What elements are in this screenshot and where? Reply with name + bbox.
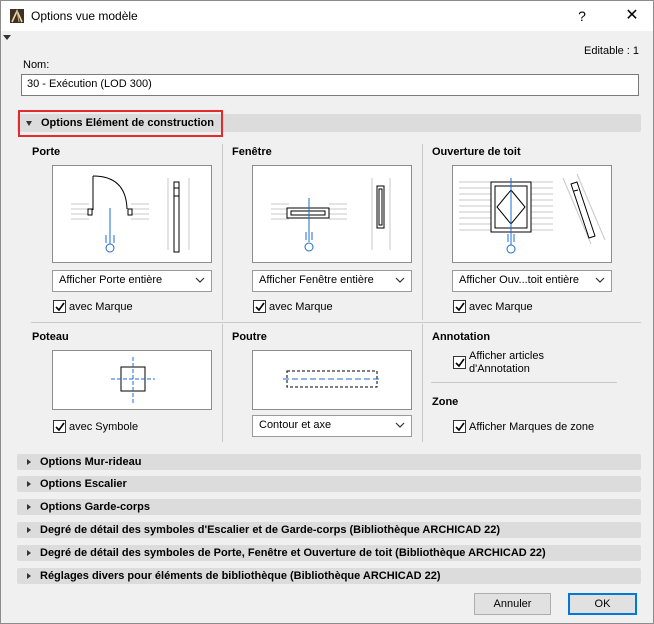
window-symbol-icon [271,178,391,252]
poteau-symbole-checkbox[interactable] [53,420,66,433]
annotation-checkbox[interactable] [453,356,466,369]
section-options-mur-rideau[interactable]: Options Mur-rideau [17,454,641,470]
porte-dropdown[interactable]: Afficher Porte entière [52,270,212,292]
dialog-window: Options vue modèle ? ✕ Editable : 1 Nom:… [0,0,654,624]
section-label: Réglages divers pour éléments de bibliot… [40,570,441,582]
poutre-preview [252,350,412,410]
annotation-label-line1: Afficher articles [469,350,544,362]
ouverture-marque-checkbox[interactable] [453,300,466,313]
ouverture-title: Ouverture de toit [432,146,521,158]
help-button[interactable]: ? [567,4,597,28]
section-label: Degré de détail des symboles de Porte, F… [40,547,546,559]
fenetre-dropdown-value: Afficher Fenêtre entière [259,274,374,286]
column-symbol-icon [111,357,155,403]
editable-count: Editable : 1 [584,45,640,57]
collapsed-arrow-icon [27,573,31,579]
poutre-title: Poutre [232,331,267,343]
chevron-down-icon [395,422,405,428]
chevron-down-icon [195,277,205,283]
column-divider [422,144,423,320]
column-divider [422,324,423,442]
section-options-escalier[interactable]: Options Escalier [17,476,641,492]
highlight-box [18,110,223,137]
archicad-app-icon [10,9,24,23]
poteau-symbole-label: avec Symbole [69,421,139,433]
column-divider [222,144,223,320]
fenetre-dropdown[interactable]: Afficher Fenêtre entière [252,270,412,292]
nom-input[interactable]: 30 - Exécution (LOD 300) [21,74,639,96]
section-reglages-divers[interactable]: Réglages divers pour éléments de bibliot… [17,568,641,584]
collapsed-arrow-icon [27,459,31,465]
collapsed-arrow-icon [27,481,31,487]
annotation-title: Annotation [432,331,491,343]
row-divider [431,382,617,383]
fenetre-preview [252,165,412,263]
porte-preview [52,165,212,263]
cancel-button[interactable]: Annuler [474,593,551,615]
porte-marque-label: avec Marque [69,301,133,313]
poutre-dropdown-value: Contour et axe [259,419,332,431]
zone-label: Afficher Marques de zone [469,421,595,433]
row-divider [31,322,641,323]
checkmark-icon [55,302,65,312]
nom-label: Nom: [23,59,50,71]
porte-marque-checkbox[interactable] [53,300,66,313]
chevron-down-icon [395,277,405,283]
poteau-preview [52,350,212,410]
fenetre-marque-checkbox[interactable] [253,300,266,313]
checkmark-icon [255,302,265,312]
door-symbol-icon [71,175,190,253]
options-menu-arrow-icon[interactable] [3,35,11,40]
ouverture-marque-label: avec Marque [469,301,533,313]
ouverture-dropdown-value: Afficher Ouv...toit entière [459,274,580,286]
collapsed-arrow-icon [27,504,31,510]
checkmark-icon [55,422,65,432]
collapsed-arrow-icon [27,527,31,533]
fenetre-title: Fenêtre [232,146,272,158]
skylight-symbol-icon [459,173,606,254]
poteau-title: Poteau [32,331,69,343]
porte-dropdown-value: Afficher Porte entière [59,274,163,286]
section-detail-escalier-garde-corps[interactable]: Degré de détail des symboles d'Escalier … [17,522,641,538]
annotation-label-line2: d'Annotation [469,363,530,375]
zone-title: Zone [432,396,459,408]
porte-title: Porte [32,146,61,158]
checkmark-icon [455,358,465,368]
zone-checkbox[interactable] [453,420,466,433]
beam-symbol-icon [283,370,381,388]
column-divider [222,324,223,442]
section-label: Options Mur-rideau [40,456,142,468]
ok-button[interactable]: OK [568,593,637,615]
window-title: Options vue modèle [31,9,138,23]
ouverture-dropdown[interactable]: Afficher Ouv...toit entière [452,270,612,292]
fenetre-marque-label: avec Marque [269,301,333,313]
section-label: Options Garde-corps [40,501,151,513]
collapsed-arrow-icon [27,550,31,556]
title-bar: Options vue modèle ? ✕ [1,1,653,31]
section-label: Options Escalier [40,478,127,490]
section-detail-porte-fenetre[interactable]: Degré de détail des symboles de Porte, F… [17,545,641,561]
checkmark-icon [455,422,465,432]
poutre-dropdown[interactable]: Contour et axe [252,415,412,437]
checkmark-icon [455,302,465,312]
section-options-garde-corps[interactable]: Options Garde-corps [17,499,641,515]
chevron-down-icon [595,277,605,283]
close-button[interactable]: ✕ [617,4,647,28]
section-label: Degré de détail des symboles d'Escalier … [40,524,501,536]
ouverture-preview [452,165,612,263]
